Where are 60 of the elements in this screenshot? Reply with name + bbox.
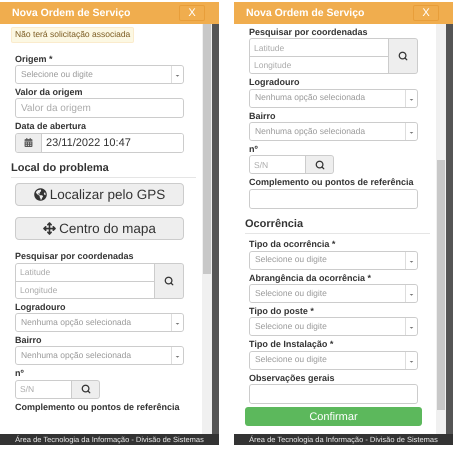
map-center-button[interactable]: Centro do mapa [15, 217, 184, 240]
field-label: nº [249, 144, 259, 154]
input-field[interactable]: Valor da origem [15, 98, 184, 118]
search-button[interactable] [389, 38, 418, 74]
select-field[interactable]: Selecione ou digite [15, 65, 184, 84]
select-field[interactable]: Nenhuma opção selecionada [249, 122, 418, 142]
select-field[interactable]: Selecione ou digite [249, 250, 418, 270]
globe-icon [34, 188, 47, 202]
select-field[interactable]: Selecione ou digite [249, 284, 418, 304]
search-icon [164, 276, 174, 286]
field-label: Pesquisar por coordenadas [15, 251, 135, 262]
section-title: Local do problema [11, 162, 196, 178]
field-label: Observações gerais [249, 372, 336, 384]
notice-label: Não terá solicitação associada [11, 27, 134, 43]
calendar-icon [24, 138, 33, 148]
search-icon [398, 51, 408, 62]
search-button[interactable] [155, 262, 184, 299]
field-label: Tipo da ocorrência * [249, 239, 336, 250]
longitude-field[interactable]: Longitude [249, 56, 389, 74]
date-field[interactable]: 23/11/2022 10:47 [15, 132, 184, 153]
search-icon [314, 160, 324, 170]
scrollbar[interactable] [202, 24, 212, 434]
field-label: Logradouro [15, 302, 66, 312]
field-label: nº [15, 368, 25, 379]
field-label: Complemento ou pontos de referência [15, 402, 181, 412]
field-label: Tipo de Instalação * [249, 339, 334, 350]
latitude-field[interactable]: Latitude [15, 262, 155, 281]
field-label: Valor da origem [15, 87, 84, 98]
field-label: Bairro [15, 335, 43, 346]
section-title: Ocorrência [245, 218, 430, 234]
move-icon [43, 222, 56, 236]
search-icon [80, 384, 90, 394]
dialog-title: Nova Ordem de Serviço [12, 7, 130, 19]
select-field[interactable]: Nenhuma opção selecionada [15, 346, 184, 366]
input-field[interactable] [249, 188, 418, 209]
latitude-field[interactable]: Latitude [249, 38, 389, 56]
select-field[interactable]: Selecione ou digite [249, 317, 418, 336]
search-button[interactable] [72, 380, 100, 399]
field-label: Logradouro [249, 77, 300, 88]
select-field[interactable]: Nenhuma opção selecionada [249, 88, 418, 108]
field-label: Abrangência da ocorrência * [249, 272, 372, 284]
dialog-title: Nova Ordem de Serviço [246, 7, 364, 19]
field-label: Bairro [249, 110, 277, 122]
search-button[interactable] [306, 155, 334, 174]
longitude-field[interactable]: Longitude [15, 280, 155, 299]
input-field[interactable] [249, 384, 418, 404]
select-field[interactable]: Selecione ou digite [249, 350, 418, 370]
field-label: Complemento ou pontos de referência [249, 177, 415, 188]
field-label: Tipo do poste * [249, 306, 315, 316]
confirm-button[interactable]: Confirmar [245, 407, 422, 426]
scrollbar[interactable] [436, 24, 446, 434]
gps-button[interactable]: Localizar pelo GPS [15, 183, 184, 206]
close-button[interactable]: X [179, 5, 205, 21]
number-field[interactable]: S/N [249, 155, 306, 174]
close-button[interactable]: X [413, 5, 439, 21]
number-field[interactable]: S/N [15, 380, 72, 399]
field-label: Origem * [15, 54, 54, 64]
select-field[interactable]: Nenhuma opção selecionada [15, 313, 184, 332]
field-label: Data de abertura [15, 121, 88, 132]
field-label: Pesquisar por coordenadas [249, 27, 369, 38]
